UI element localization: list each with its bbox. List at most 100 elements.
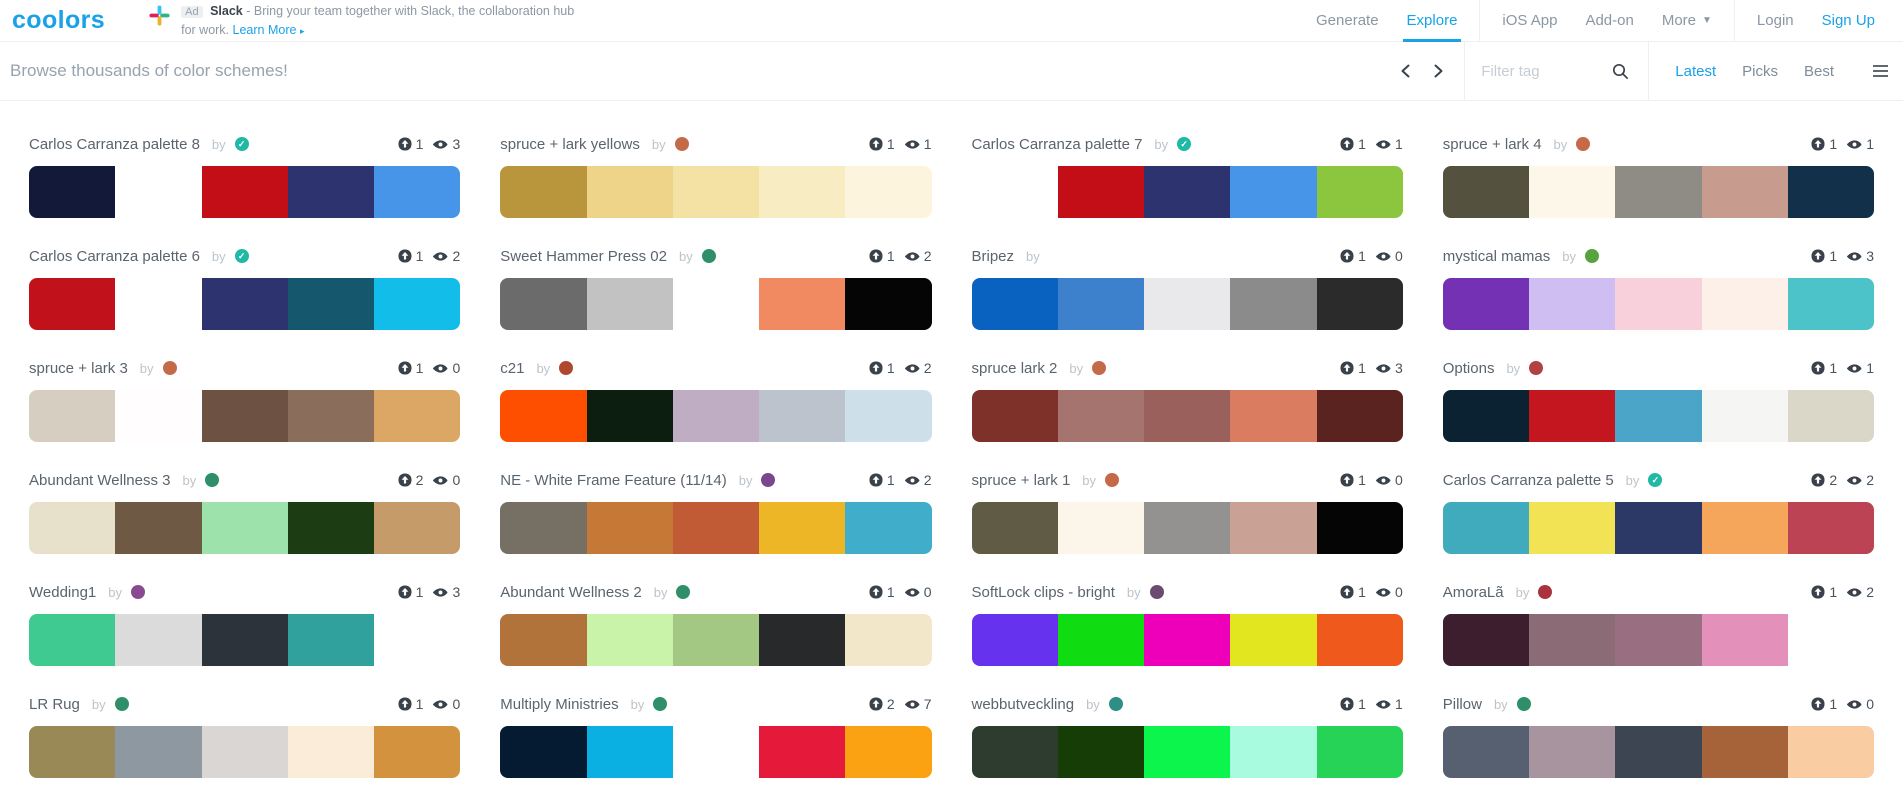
color-swatch[interactable]	[29, 726, 116, 778]
nav-add-on[interactable]: Add-on	[1571, 0, 1647, 41]
palette-title[interactable]: mystical mamas	[1443, 248, 1551, 265]
color-palette-strip[interactable]	[500, 614, 932, 666]
color-swatch[interactable]	[1701, 278, 1788, 330]
color-swatch[interactable]	[1057, 390, 1144, 442]
color-swatch[interactable]	[1442, 726, 1529, 778]
color-swatch[interactable]	[287, 166, 374, 218]
color-swatch[interactable]	[115, 278, 202, 330]
tab-picks[interactable]: Picks	[1742, 63, 1778, 80]
color-swatch[interactable]	[672, 502, 759, 554]
color-palette-strip[interactable]	[29, 726, 461, 778]
color-swatch[interactable]	[672, 614, 759, 666]
coolors-logo[interactable]: coolors	[12, 8, 105, 33]
verified-author-avatar[interactable]: ✓	[234, 137, 249, 151]
color-swatch[interactable]	[115, 726, 202, 778]
prev-page-button[interactable]	[1390, 42, 1422, 100]
color-swatch[interactable]	[759, 726, 846, 778]
nav-ios-app[interactable]: iOS App	[1488, 0, 1571, 41]
search-button[interactable]	[1603, 42, 1638, 100]
color-swatch[interactable]	[1316, 278, 1403, 330]
color-swatch[interactable]	[759, 166, 846, 218]
author-avatar[interactable]	[162, 361, 177, 375]
color-swatch[interactable]	[586, 726, 673, 778]
author-avatar[interactable]	[1516, 697, 1531, 711]
color-swatch[interactable]	[845, 166, 932, 218]
next-page-button[interactable]	[1422, 42, 1454, 100]
color-swatch[interactable]	[287, 726, 374, 778]
palette-title[interactable]: Abundant Wellness 3	[29, 472, 170, 489]
color-swatch[interactable]	[201, 390, 288, 442]
color-swatch[interactable]	[1057, 166, 1144, 218]
author-avatar[interactable]	[114, 697, 129, 711]
color-swatch[interactable]	[971, 726, 1058, 778]
color-swatch[interactable]	[586, 278, 673, 330]
menu-button[interactable]	[1872, 64, 1889, 78]
color-swatch[interactable]	[759, 278, 846, 330]
color-swatch[interactable]	[759, 614, 846, 666]
color-swatch[interactable]	[672, 278, 759, 330]
color-palette-strip[interactable]	[1442, 166, 1874, 218]
author-avatar[interactable]	[1585, 249, 1599, 263]
color-swatch[interactable]	[1701, 614, 1788, 666]
author-avatar[interactable]	[1576, 137, 1591, 151]
color-swatch[interactable]	[971, 614, 1058, 666]
filter-tag-input[interactable]	[1475, 62, 1604, 80]
color-swatch[interactable]	[500, 502, 587, 554]
color-swatch[interactable]	[1057, 614, 1144, 666]
author-avatar[interactable]	[701, 249, 716, 263]
color-palette-strip[interactable]	[29, 166, 461, 218]
color-swatch[interactable]	[586, 166, 673, 218]
color-swatch[interactable]	[1615, 278, 1702, 330]
color-swatch[interactable]	[1230, 390, 1317, 442]
color-swatch[interactable]	[500, 278, 587, 330]
color-swatch[interactable]	[1442, 614, 1529, 666]
verified-author-avatar[interactable]: ✓	[234, 249, 249, 263]
color-swatch[interactable]	[845, 614, 932, 666]
author-avatar[interactable]	[761, 473, 776, 487]
color-swatch[interactable]	[1316, 502, 1403, 554]
color-swatch[interactable]	[586, 390, 673, 442]
color-palette-strip[interactable]	[1442, 502, 1874, 554]
color-swatch[interactable]	[29, 278, 116, 330]
color-swatch[interactable]	[1529, 390, 1616, 442]
palette-title[interactable]: AmoraLã	[1443, 584, 1504, 601]
color-swatch[interactable]	[201, 502, 288, 554]
author-avatar[interactable]	[131, 585, 146, 599]
author-avatar[interactable]	[1092, 361, 1107, 375]
nav-sign-up[interactable]: Sign Up	[1808, 0, 1889, 41]
color-palette-strip[interactable]	[1442, 614, 1874, 666]
color-swatch[interactable]	[115, 614, 202, 666]
color-swatch[interactable]	[1787, 614, 1874, 666]
color-swatch[interactable]	[845, 726, 932, 778]
author-avatar[interactable]	[1105, 473, 1120, 487]
tab-best[interactable]: Best	[1804, 63, 1834, 80]
color-palette-strip[interactable]	[1442, 278, 1874, 330]
color-swatch[interactable]	[1144, 502, 1231, 554]
author-avatar[interactable]	[653, 697, 668, 711]
color-swatch[interactable]	[672, 390, 759, 442]
palette-title[interactable]: spruce + lark yellows	[500, 136, 640, 153]
color-swatch[interactable]	[201, 614, 288, 666]
color-palette-strip[interactable]	[500, 166, 932, 218]
color-swatch[interactable]	[1316, 614, 1403, 666]
color-swatch[interactable]	[1701, 166, 1788, 218]
color-swatch[interactable]	[1057, 278, 1144, 330]
color-palette-strip[interactable]	[1442, 726, 1874, 778]
color-swatch[interactable]	[500, 166, 587, 218]
author-avatar[interactable]	[1149, 585, 1164, 599]
author-avatar[interactable]	[676, 585, 691, 599]
color-swatch[interactable]	[1144, 390, 1231, 442]
color-swatch[interactable]	[672, 166, 759, 218]
palette-title[interactable]: spruce + lark 1	[972, 472, 1071, 489]
color-swatch[interactable]	[374, 390, 461, 442]
color-swatch[interactable]	[1230, 614, 1317, 666]
color-palette-strip[interactable]	[1442, 390, 1874, 442]
verified-author-avatar[interactable]: ✓	[1648, 473, 1663, 487]
color-palette-strip[interactable]	[29, 502, 461, 554]
color-swatch[interactable]	[29, 502, 116, 554]
palette-title[interactable]: Carlos Carranza palette 8	[29, 136, 200, 153]
color-swatch[interactable]	[1529, 166, 1616, 218]
color-swatch[interactable]	[1442, 166, 1529, 218]
palette-title[interactable]: spruce + lark 4	[1443, 136, 1542, 153]
tab-latest[interactable]: Latest	[1675, 63, 1716, 80]
